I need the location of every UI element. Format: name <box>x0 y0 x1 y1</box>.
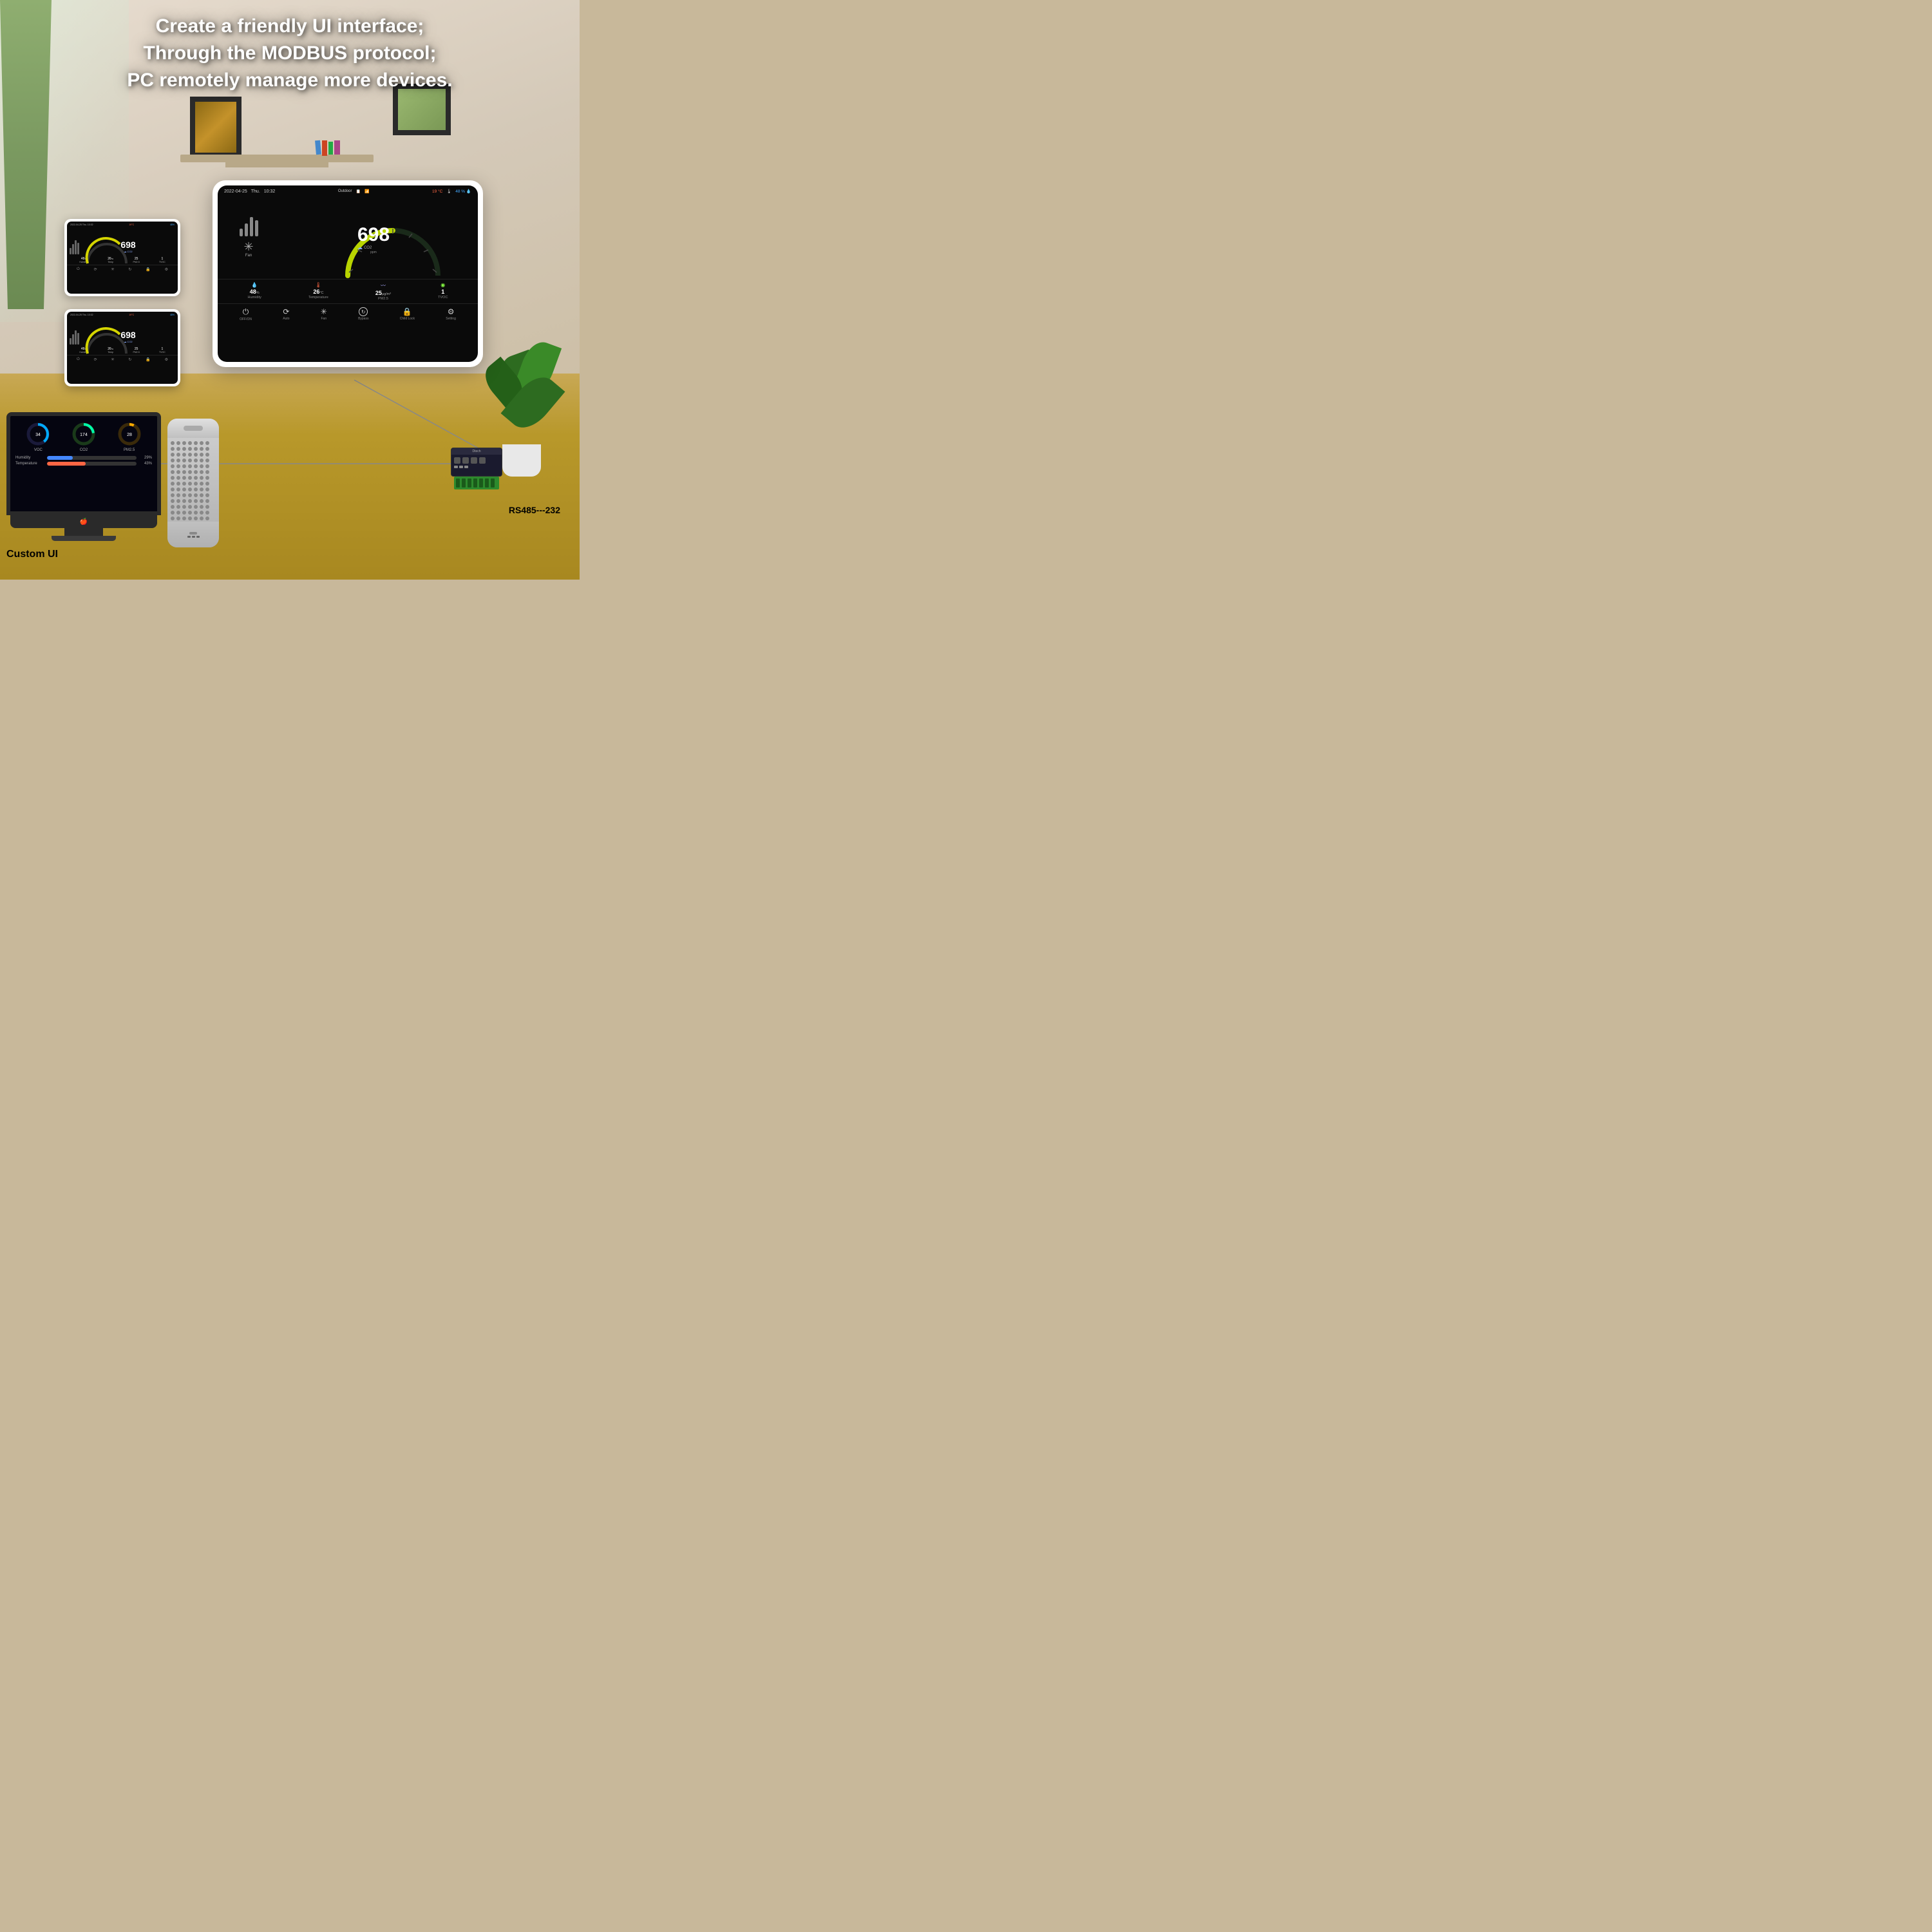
fan-label: Fan <box>245 254 252 258</box>
ctrl-offon[interactable]: ⏻ OFF/ON <box>240 307 252 321</box>
svg-text:28: 28 <box>127 433 132 437</box>
monitor-chin: 🍎 <box>10 515 157 528</box>
metric-temperature: 🌡 26°C Temperature <box>308 282 328 301</box>
main-screen: 2022-04-25 Thu. 10:32 Outdoor 📋 📶 19 °C … <box>218 185 478 362</box>
monitor-screen-inner: 34 VOC 174 CO2 <box>10 416 157 511</box>
mac-pro-tower <box>167 419 219 547</box>
monitor-gauges-row: 34 VOC 174 CO2 <box>15 421 152 452</box>
mac-pro-bottom <box>167 522 219 547</box>
shelf-support <box>225 162 328 167</box>
bar-humidity: Humidity 29% <box>15 456 152 460</box>
rs485-device: Dtech <box>451 448 502 477</box>
mini-ctrl-auto-bot[interactable]: ⟳ <box>94 357 97 362</box>
small-device-top[interactable]: 2022-04-25 Thu. 10:32 19°C 48% 698 ☁ CO2 <box>64 219 180 296</box>
ctrl-auto[interactable]: ⟳ Auto <box>283 307 289 321</box>
small-device-bottom-screen: 2022-04-25 Thu. 10:32 19°C 48% 698 ☁ CO2 <box>67 312 178 384</box>
mini-ctrl-fan-top[interactable]: ✳ <box>111 267 114 272</box>
small-device-bottom[interactable]: 2022-04-25 Thu. 10:32 19°C 48% 698 ☁ CO2 <box>64 309 180 386</box>
rs485-terminal <box>454 477 499 489</box>
mini-ctrl-bypass-bot[interactable]: ↻ <box>128 357 131 362</box>
ctrl-childlock[interactable]: 🔒 Child Lock <box>400 307 415 321</box>
header-section: Create a friendly UI interface; Through … <box>0 13 580 94</box>
gauge-section: 698 ☁ CO2 ppm <box>274 198 473 276</box>
monitor-screen[interactable]: 34 VOC 174 CO2 <box>6 412 161 515</box>
screen-date: 2022-04-25 Thu. 10:32 <box>224 189 275 194</box>
mini-ctrl-bypass-top[interactable]: ↻ <box>128 267 131 272</box>
book-2 <box>322 140 327 156</box>
metric-humidity: 💧 48% Humidity <box>248 282 261 301</box>
mini-fan-bars-bottom <box>70 318 79 345</box>
mac-pro-grid <box>167 438 219 526</box>
mini-ctrl-fan-bot[interactable]: ✳ <box>111 357 114 362</box>
screen-outdoor: Outdoor 📋 📶 <box>338 189 370 194</box>
rs485-label: RS485---232 <box>509 505 560 515</box>
gauge-svg <box>335 202 451 285</box>
book-4 <box>334 140 340 155</box>
book-3 <box>328 142 333 155</box>
fan-bars <box>240 217 258 236</box>
mac-monitor: 34 VOC 174 CO2 <box>6 412 161 541</box>
monitor-bars: Humidity 29% Temperature 43% <box>15 456 152 466</box>
mini-ctrl-offon-bot[interactable]: ⏻ <box>77 357 80 362</box>
ctrl-fan[interactable]: ✳ Fan <box>321 307 327 321</box>
svg-text:34: 34 <box>35 433 41 437</box>
bar-temperature: Temperature 43% <box>15 462 152 466</box>
mac-pro-top <box>167 419 219 438</box>
mini-gauge-top: 698 ☁ CO2 <box>81 228 175 254</box>
ctrl-bypass[interactable]: ↻ Bypass <box>358 307 368 321</box>
mini-ctrl-setting-bot[interactable]: ⚙ <box>165 357 168 362</box>
screen-main-area: ✳ Fan <box>218 195 478 279</box>
fan-section: ✳ Fan <box>223 198 274 276</box>
monitor-co2-gauge: 174 CO2 <box>71 421 97 452</box>
screen-header: 2022-04-25 Thu. 10:32 Outdoor 📋 📶 19 °C … <box>218 185 478 195</box>
fan-icon: ✳ <box>243 240 253 254</box>
ctrl-setting[interactable]: ⚙ Setting <box>446 307 456 321</box>
mini-ctrl-auto-top[interactable]: ⟳ <box>94 267 97 272</box>
monitor-base <box>52 536 116 541</box>
mini-ctrl-childlock-bot[interactable]: 🔒 <box>146 357 150 362</box>
mini-ctrl-setting-top[interactable]: ⚙ <box>165 267 168 272</box>
gauge-value: 698 ☁ CO2 ppm <box>357 225 390 254</box>
custom-ui-label: Custom UI <box>6 549 58 560</box>
mini-ctrl-offon-top[interactable]: ⏻ <box>77 267 80 272</box>
monitor-pm25-gauge: 28 PM2.5 <box>117 421 142 452</box>
mini-ctrl-childlock-top[interactable]: 🔒 <box>146 267 150 272</box>
main-device[interactable]: 2022-04-25 Thu. 10:32 Outdoor 📋 📶 19 °C … <box>213 180 483 367</box>
small-device-top-screen: 2022-04-25 Thu. 10:32 19°C 48% 698 ☁ CO2 <box>67 222 178 294</box>
apple-logo-icon: 🍎 <box>80 518 88 526</box>
header-title: Create a friendly UI interface; Through … <box>0 13 580 94</box>
rs485-body: Dtech <box>451 448 502 477</box>
monitor-stand <box>64 528 103 536</box>
screen-controls: ⏻ OFF/ON ⟳ Auto ✳ Fan ↻ Bypass 🔒 Child L… <box>218 303 478 325</box>
screen-outdoor-values: 19 °C 🌡 48 % 💧 <box>432 189 471 194</box>
monitor-voc-gauge: 34 VOC <box>25 421 51 452</box>
mini-fan-bars-top <box>70 228 79 254</box>
wall-shelf <box>180 155 374 162</box>
wall-frame-1 <box>190 97 242 158</box>
svg-text:174: 174 <box>80 433 88 437</box>
mini-gauge-bottom: 698 ☁ CO2 <box>81 318 175 345</box>
rs485-brand-label: Dtech <box>451 448 502 455</box>
